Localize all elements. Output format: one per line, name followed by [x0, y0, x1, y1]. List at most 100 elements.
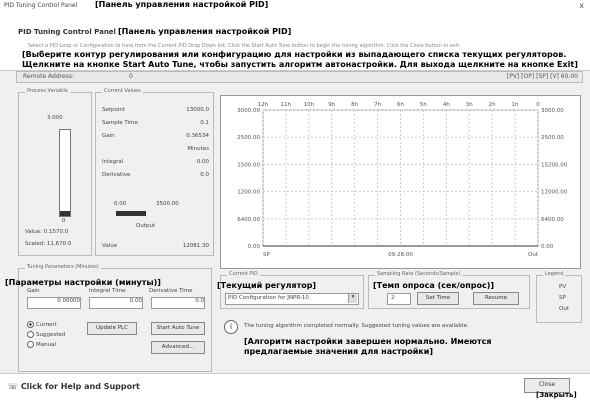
remote-address-bar: Remote Address: 0 [PV] [OP] [SP] [V] 60.… — [16, 71, 583, 83]
x-tick-label: 5h — [420, 102, 427, 108]
x-bottom-label: Out — [528, 252, 539, 258]
advanced-button[interactable]: Advanced... — [151, 341, 205, 354]
radio-label: Current — [36, 322, 57, 328]
current-values-group: Current Values Setpoint 13000.0 Sample Tim… — [95, 88, 214, 256]
y-tick-label: 1500.00 — [237, 162, 260, 168]
radio-dot[interactable] — [27, 331, 34, 338]
instructions-translation: [Выберите контур регулирования или конфи… — [22, 50, 578, 69]
panel-title: PID Tuning Control Panel — [18, 28, 116, 36]
pv-zero: 0 — [62, 218, 66, 224]
current-value-number: 0.1 — [200, 120, 209, 126]
current-value-name: Gain — [102, 133, 115, 139]
sampling-rate-group: Sampling Rate (Seconds/Sample) [Темп опр… — [368, 271, 530, 309]
legend-label: Legend — [543, 271, 566, 277]
trend-chart-svg: 12h 11h 10h 9h 8h 7h 6h 5h 4h 3h 2h 1h 03000.00 3000.… — [237, 102, 568, 258]
panel-title-translation: [Панель управления настройкой PID] — [118, 27, 292, 36]
legend-item: SP — [559, 295, 566, 301]
legend-group: Legend PV SP Out — [536, 271, 582, 323]
header-panel: PID Tuning Control Panel [Панель управле… — [0, 12, 590, 71]
y-tick-label-right: 3000.00 — [541, 108, 564, 114]
radio-manual[interactable]: Manual — [27, 341, 56, 348]
process-variable-label: Process Variable — [25, 88, 70, 94]
sampling-rate-value: 2 — [391, 295, 395, 301]
tuning-params-translation: [Параметры настройки (минуты)] — [5, 278, 161, 287]
start-auto-tune-button[interactable]: Start Auto Tune — [151, 322, 205, 335]
legend-item: Out — [559, 306, 569, 312]
gain-col-label: Gain — [27, 288, 40, 294]
y-tick-label-right: 15200.00 — [541, 162, 568, 168]
sampling-rate-spinner[interactable]: 2 — [387, 293, 411, 305]
x-tick-label: 11h — [281, 102, 292, 108]
x-tick-label: 1h — [512, 102, 519, 108]
footer: ☏ Click for Help and Support Close [Закр… — [0, 373, 590, 401]
tuning-params-label: Tuning Parameters (Minutes) — [25, 264, 101, 270]
current-pid-value: PID Configuration for JNPR-10 — [228, 295, 309, 301]
help-link[interactable]: ☏ Click for Help and Support — [8, 382, 140, 391]
x-tick-label: 8h — [351, 102, 358, 108]
info-icon: i — [224, 320, 238, 334]
tuning-params-group: Tuning Parameters (Minutes) [Параметры н… — [5, 264, 212, 372]
legend-item: PV — [559, 284, 567, 290]
y-tick-label-right: 6400.00 — [541, 217, 564, 223]
status-message: The tuning algorithm completed normally.… — [244, 323, 469, 329]
radio-current[interactable]: Current — [27, 321, 57, 328]
current-value-name: Setpoint — [102, 107, 126, 113]
current-value-name: Sample Time — [102, 120, 138, 126]
x-tick-label: 0 — [536, 102, 540, 108]
resume-button[interactable]: Resume — [473, 292, 519, 305]
y-tick-label-right: 12000.00 — [541, 190, 568, 196]
current-value-name: Derivative — [102, 172, 131, 178]
trend-chart: 12h 11h 10h 9h 8h 7h 6h 5h 4h 3h 2h 1h 0 3000.00 3000.… — [220, 95, 581, 269]
y-tick-label: 1200.00 — [237, 190, 260, 196]
gain-field[interactable]: 0.00000 — [27, 297, 81, 309]
output-value: 12081.30 — [182, 243, 209, 249]
current-pid-translation: [Текущий регулятор] — [217, 281, 317, 290]
x-tick-label: 4h — [443, 102, 450, 108]
value-label: Value — [102, 243, 118, 249]
x-tick-label: 9h — [328, 102, 335, 108]
integral-field[interactable]: 0.00 — [89, 297, 143, 309]
pv-bar-fill — [60, 210, 70, 216]
remote-address-label: Remote Address: — [23, 73, 74, 80]
radio-dot[interactable] — [27, 341, 34, 348]
radio-label: Manual — [36, 342, 56, 348]
y-tick-label: 0.00 — [248, 244, 261, 250]
current-value-name: Integral — [102, 159, 124, 165]
radio-label: Suggested — [36, 332, 66, 338]
y-tick-label-right: 0.00 — [541, 244, 554, 250]
current-value-number: Minutes — [187, 146, 209, 152]
remote-address-value: 0 — [129, 73, 133, 80]
pv-scaled: Scaled: 11,670.0 — [25, 241, 72, 247]
close-icon[interactable]: x — [579, 1, 584, 10]
window-title-translation: [Панель управления настройкой PID] — [95, 0, 269, 9]
derivative-field[interactable]: 0.0 — [151, 297, 205, 309]
current-value-number: 13000.0 — [186, 107, 209, 113]
status-message-translation: [Алгоритм настройки завершен нормально. … — [244, 337, 492, 356]
current-pid-group: Current PID [Текущий регулятор] PID Conf… — [217, 271, 364, 309]
window-title: PID Tuning Control Panel — [4, 2, 78, 9]
radio-dot[interactable] — [27, 321, 34, 328]
output-min: 0.00 — [114, 201, 127, 207]
output-max: 3500.00 — [156, 201, 179, 207]
chevron-down-icon[interactable]: ▾ — [348, 294, 357, 303]
pid-tuning-window: PID Tuning Control Panel [Панель управле… — [0, 0, 590, 401]
output-bar — [116, 211, 146, 216]
sampling-rate-label: Sampling Rate (Seconds/Sample) — [375, 271, 463, 277]
current-value-number: 0.0 — [200, 172, 209, 178]
current-value-number: 0.00 — [196, 159, 209, 165]
sampling-rate-translation: [Темп опроса (сек/опрос)] — [373, 281, 495, 290]
pv-bar — [59, 129, 71, 217]
output-label: Output — [136, 223, 156, 229]
current-pid-select[interactable]: PID Configuration for JNPR-10 ▾ — [225, 293, 359, 305]
close-button-translation: [Закрыть] — [536, 391, 577, 399]
y-tick-label: 6400.00 — [237, 217, 260, 223]
y-tick-label: 2500.00 — [237, 135, 260, 141]
x-tick-label: 10h — [304, 102, 315, 108]
radio-suggested[interactable]: Suggested — [27, 331, 65, 338]
update-plc-button[interactable]: Update PLC — [87, 322, 137, 335]
x-tick-label: 2h — [489, 102, 496, 108]
integral-col-label: Integral Time — [89, 288, 126, 294]
x-bottom-label: SP — [263, 252, 270, 258]
set-time-button[interactable]: Set Time — [417, 292, 459, 305]
x-tick-label: 6h — [397, 102, 404, 108]
